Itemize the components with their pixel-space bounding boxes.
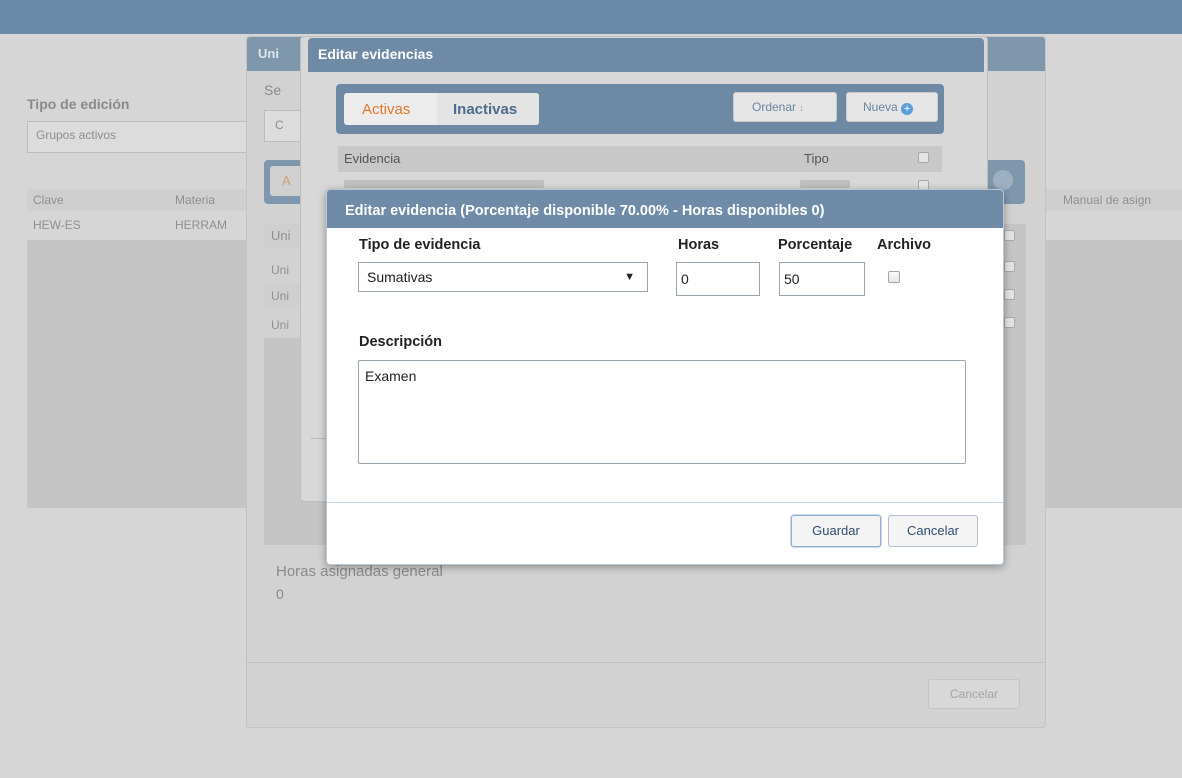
archivo-checkbox[interactable] (888, 271, 900, 283)
unidades-row-1[interactable]: Uni (271, 263, 289, 277)
materia-header: Materia (175, 193, 216, 207)
archivo-label: Archivo (877, 237, 931, 253)
bg-table-body (27, 240, 252, 508)
plus-circle-icon: + (901, 103, 914, 115)
unidades-footer-divider (247, 662, 1045, 663)
unidades-add-icon[interactable] (993, 170, 1013, 190)
descripcion-textarea[interactable]: Examen (358, 360, 966, 464)
horas-asignadas-label: Horas asignadas general (276, 563, 443, 580)
row-materia[interactable]: HERRAM (175, 218, 227, 232)
unidades-checkbox-2[interactable] (1004, 261, 1015, 272)
guardar-button[interactable]: Guardar (791, 515, 881, 547)
unidades-checkbox-4[interactable] (1004, 317, 1015, 328)
dropdown-arrow-icon: ▼ (624, 271, 635, 283)
tab-inactivas[interactable]: Inactivas (453, 101, 517, 118)
tipo-edicion-label: Tipo de edición (27, 96, 130, 112)
tipo-evidencia-value: Sumativas (367, 269, 433, 285)
editar-evidencia-title: Editar evidencia (Porcentaje disponible … (327, 190, 1003, 228)
horas-asignadas-value: 0 (276, 586, 284, 602)
evidencia-column-header: Evidencia (344, 151, 401, 166)
descripcion-label: Descripción (359, 334, 442, 350)
evidencia-row-partial (344, 180, 544, 188)
ordenar-button[interactable]: Ordenar ↕ (733, 92, 837, 122)
tab-activas[interactable]: Activas (362, 101, 410, 118)
unidades-checkbox-1[interactable] (1004, 230, 1015, 241)
unidades-col-header: Uni (271, 228, 291, 243)
tipo-edicion-select[interactable]: Grupos activos (27, 121, 257, 153)
tipo-row-partial (800, 180, 850, 188)
nueva-label: Nueva (863, 100, 898, 114)
porcentaje-label: Porcentaje (778, 237, 853, 253)
dialog-footer-divider (327, 502, 1003, 503)
tipo-evidencia-label: Tipo de evidencia (359, 237, 481, 253)
editar-evidencia-dialog: Editar evidencia (Porcentaje disponible … (326, 189, 1004, 565)
clave-header: Clave (33, 193, 64, 207)
row-clave[interactable]: HEW-ES (33, 218, 81, 232)
unidades-title: Uni (258, 46, 279, 61)
unidades-row-2[interactable]: Uni (271, 289, 289, 303)
unidades-cancel-button[interactable]: Cancelar (928, 679, 1020, 709)
manual-header: Manual de asign (1063, 193, 1152, 207)
unidades-checkbox-3[interactable] (1004, 289, 1015, 300)
sort-icon: ↕ (799, 103, 804, 113)
evidencias-table-header (338, 146, 942, 172)
tipo-column-header: Tipo (804, 151, 829, 166)
unidades-label: Se (264, 82, 282, 98)
ordenar-label: Ordenar (752, 100, 797, 114)
app-top-bar (0, 0, 1182, 34)
nueva-button[interactable]: Nueva + (846, 92, 938, 122)
horas-label: Horas (678, 237, 720, 253)
unidades-table-body-right (1004, 224, 1026, 545)
evidencias-modal-title: Editar evidencias (318, 46, 434, 62)
porcentaje-input[interactable] (779, 262, 865, 296)
bg-table-body-right (1043, 240, 1182, 508)
unidades-row-3[interactable]: Uni (271, 318, 289, 332)
tipo-evidencia-select[interactable]: Sumativas ▼ (358, 262, 648, 292)
cancelar-button[interactable]: Cancelar (888, 515, 978, 547)
select-all-checkbox[interactable] (918, 152, 929, 163)
horas-input[interactable] (676, 262, 760, 296)
